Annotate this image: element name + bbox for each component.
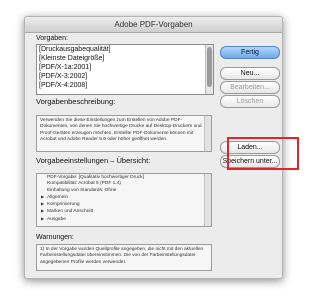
section-label: Marken und Anschnitt — [47, 209, 94, 215]
preset-item[interactable]: [Kleinste Dateigröße] — [37, 54, 213, 63]
preset-item[interactable]: [PDF/X-4:2008] — [37, 81, 213, 90]
section-label: Ausgabe — [47, 216, 66, 222]
section-label: Allgemein — [47, 194, 69, 200]
delete-button: Löschen — [220, 95, 280, 108]
preset-item[interactable]: [PDF/X-1a:2001] — [37, 63, 213, 72]
summary-scrollbar[interactable] — [204, 174, 211, 226]
preset-item[interactable]: [Druckausgabequalität] — [37, 45, 213, 54]
summary-panel: PDF-Vorgabe: [Qualitativ hochwertiger Dr… — [36, 173, 212, 227]
summary-section-compression[interactable]: ▶ Komprimierung — [41, 201, 201, 208]
summary-label: Vorgabeeinstellungen – Übersicht: — [36, 156, 151, 165]
done-button[interactable]: Fertig — [220, 46, 280, 59]
scrollbar-thumb[interactable] — [207, 47, 212, 87]
warnings-body: 1) In der Vorgabe wurden Quellprofile an… — [40, 247, 204, 265]
presets-label: Vorgaben: — [36, 35, 68, 42]
description-text: Verwenden Sie diese Einstellungen zum Er… — [36, 115, 212, 152]
new-button[interactable]: Neu... — [220, 67, 280, 80]
load-button-highlight — [227, 137, 299, 170]
summary-section-marks-bleed[interactable]: ▶ Marken und Anschnitt — [41, 208, 201, 215]
summary-section-general[interactable]: ▶ Allgemein — [41, 194, 201, 201]
description-body: Verwenden Sie diese Einstellungen zum Er… — [40, 118, 202, 142]
preset-item[interactable]: [PDF/X-3:2002] — [37, 72, 213, 81]
summary-section-output[interactable]: ▶ Ausgabe — [41, 216, 201, 223]
presets-scrollbar[interactable] — [205, 45, 213, 94]
window-title: Adobe PDF-Vorgaben — [25, 17, 282, 33]
section-label: Komprimierung — [47, 202, 80, 208]
description-label: Vorgabenbeschreibung: — [36, 97, 116, 106]
warnings-label: Warnungen: — [36, 234, 74, 241]
warnings-text: 1) In der Vorgabe wurden Quellprofile an… — [36, 244, 212, 271]
presets-list[interactable]: [Druckausgabequalität] [Kleinste Dateigr… — [36, 44, 214, 95]
edit-button: Bearbeiten... — [220, 81, 280, 94]
description-scrollbar[interactable] — [204, 116, 211, 151]
